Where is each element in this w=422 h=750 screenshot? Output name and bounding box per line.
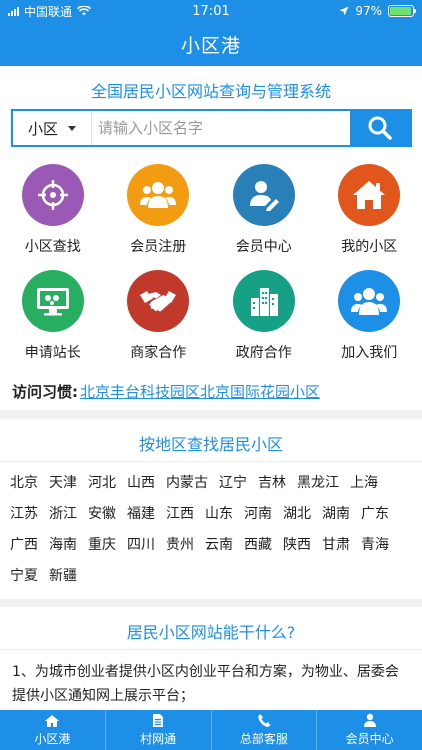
grid-item-label: 申请站长: [24, 345, 81, 361]
grid-item-register[interactable]: 会员注册: [106, 164, 212, 256]
user-icon: [363, 713, 376, 727]
region-item[interactable]: 甘肃: [322, 534, 350, 565]
region-item[interactable]: 江苏: [10, 503, 38, 534]
region-item[interactable]: 青海: [361, 534, 389, 565]
home-icon: [45, 714, 60, 727]
search-type-value: 小区: [27, 119, 58, 138]
region-item[interactable]: 广东: [361, 503, 389, 534]
users-icon: [127, 164, 190, 226]
visit-link[interactable]: 北京丰台科技园区: [80, 381, 200, 402]
system-subtitle: 全国居民小区网站查询与管理系统: [90, 82, 331, 101]
region-item[interactable]: 广西: [10, 534, 38, 565]
region-section-title: 按地区查找居民小区: [0, 419, 422, 462]
grid-item-join-us[interactable]: 加入我们: [317, 270, 422, 362]
tab-label: 会员中心: [345, 732, 394, 746]
region-item[interactable]: 陕西: [283, 534, 311, 565]
about-section-title: 居民小区网站能干什么?: [0, 607, 422, 650]
battery-fill: [390, 7, 412, 15]
region-item[interactable]: 内蒙古: [166, 472, 208, 503]
nav-bar: 小区港: [0, 22, 422, 66]
page-title: 小区港: [180, 34, 241, 57]
visit-history: 访问习惯: 北京丰台科技园区 北京国际花园小区: [0, 373, 422, 410]
region-item[interactable]: 山东: [205, 503, 233, 534]
region-item[interactable]: 上海: [350, 472, 378, 503]
monitor-icon: [21, 270, 84, 332]
search-bar: 小区: [11, 109, 412, 147]
region-item[interactable]: 重庆: [88, 534, 116, 565]
tab-label: 总部客服: [239, 732, 288, 746]
grid-item-apply-admin[interactable]: 申请站长: [0, 270, 106, 362]
region-item[interactable]: 湖南: [322, 503, 350, 534]
signal-icon: [8, 6, 19, 16]
grid-item-member-center[interactable]: 会员中心: [211, 164, 317, 256]
main-panel: 全国居民小区网站查询与管理系统 小区 小区查找 会员注册: [0, 66, 422, 373]
search-icon: [368, 116, 392, 140]
region-item[interactable]: 安徽: [88, 503, 116, 534]
region-item[interactable]: 江西: [166, 503, 194, 534]
region-item[interactable]: 浙江: [49, 503, 77, 534]
region-item[interactable]: 河北: [88, 472, 116, 503]
grid-item-my-community[interactable]: 我的小区: [317, 164, 422, 256]
grid-item-label: 政府合作: [235, 345, 292, 361]
search-input[interactable]: [92, 111, 350, 145]
home-icon: [338, 164, 401, 226]
region-item[interactable]: 北京: [10, 472, 38, 503]
region-section: 按地区查找居民小区 北京 天津 河北 山西 内蒙古 辽宁 吉林 黑龙江 上海江苏 浙江 安徽 福建 江西…: [0, 419, 422, 599]
crosshair-icon: [21, 164, 84, 226]
tab-service[interactable]: 总部客服: [212, 710, 318, 750]
user-edit-icon: [232, 164, 295, 226]
region-item[interactable]: 四川: [127, 534, 155, 565]
region-list: 北京 天津 河北 山西 内蒙古 辽宁 吉林 黑龙江 上海江苏 浙江 安徽 福建 江西 山东 河南 湖北 湖南 广东…: [0, 462, 422, 596]
grid-item-label: 小区查找: [24, 239, 81, 255]
grid-item-label: 我的小区: [341, 239, 398, 255]
document-icon: [153, 714, 164, 727]
region-item[interactable]: 黑龙江: [297, 472, 339, 503]
buildings-icon: [232, 270, 295, 332]
region-item[interactable]: 山西: [127, 472, 155, 503]
visit-label: 访问习惯:: [12, 383, 78, 401]
region-item[interactable]: 西藏: [244, 534, 272, 565]
region-item[interactable]: 贵州: [166, 534, 194, 565]
region-item[interactable]: 新疆: [49, 565, 77, 596]
tab-label: 村网通: [140, 732, 177, 746]
grid-item-merchant[interactable]: 商家合作: [106, 270, 212, 362]
grid-item-label: 会员中心: [235, 239, 292, 255]
tab-member[interactable]: 会员中心: [317, 710, 422, 750]
region-item[interactable]: 湖北: [283, 503, 311, 534]
grid-item-label: 加入我们: [341, 345, 398, 361]
caret-down-icon: [68, 125, 76, 131]
search-button[interactable]: [350, 111, 410, 145]
region-item[interactable]: 宁夏: [10, 565, 38, 596]
status-bar: 中国联通 17:01 97%: [0, 0, 422, 22]
region-item[interactable]: 云南: [205, 534, 233, 565]
region-item[interactable]: 海南: [49, 534, 77, 565]
about-text: 1、为城市创业者提供小区内创业平台和方案，为物业、居委会提供小区通知网上展示平台…: [12, 664, 399, 704]
tab-village[interactable]: 村网通: [106, 710, 212, 750]
region-item[interactable]: 河南: [244, 503, 272, 534]
wifi-icon: [77, 6, 92, 16]
phone-icon: [257, 714, 271, 727]
visit-link[interactable]: 北京国际花园小区: [200, 381, 320, 402]
region-item[interactable]: 福建: [127, 503, 155, 534]
grid-item-label: 商家合作: [130, 345, 187, 361]
about-section: 居民小区网站能干什么? 1、为城市创业者提供小区内创业平台和方案，为物业、居委会…: [0, 607, 422, 710]
battery-percent: 97%: [355, 4, 382, 18]
battery-icon: [388, 5, 416, 17]
carrier-label: 中国联通: [24, 4, 73, 19]
status-time: 17:01: [192, 3, 230, 19]
region-item[interactable]: 天津: [49, 472, 77, 503]
tab-label: 小区港: [34, 731, 71, 746]
feature-grid: 小区查找 会员注册 会员中心 我的小区 申请站长 商家合作 政府合作 加入我们: [0, 164, 422, 362]
handshake-icon: [127, 270, 190, 332]
grid-item-government[interactable]: 政府合作: [211, 270, 317, 362]
tab-bar: 小区港 村网通 总部客服 会员中心: [0, 710, 422, 750]
region-item[interactable]: 吉林: [258, 472, 286, 503]
group-icon: [338, 270, 401, 332]
grid-item-label: 会员注册: [130, 239, 187, 255]
search-type-select[interactable]: 小区: [13, 111, 92, 145]
location-arrow-icon: [339, 6, 349, 16]
region-item[interactable]: 辽宁: [219, 472, 247, 503]
grid-item-find-community[interactable]: 小区查找: [0, 164, 106, 256]
tab-home[interactable]: 小区港: [0, 710, 106, 750]
